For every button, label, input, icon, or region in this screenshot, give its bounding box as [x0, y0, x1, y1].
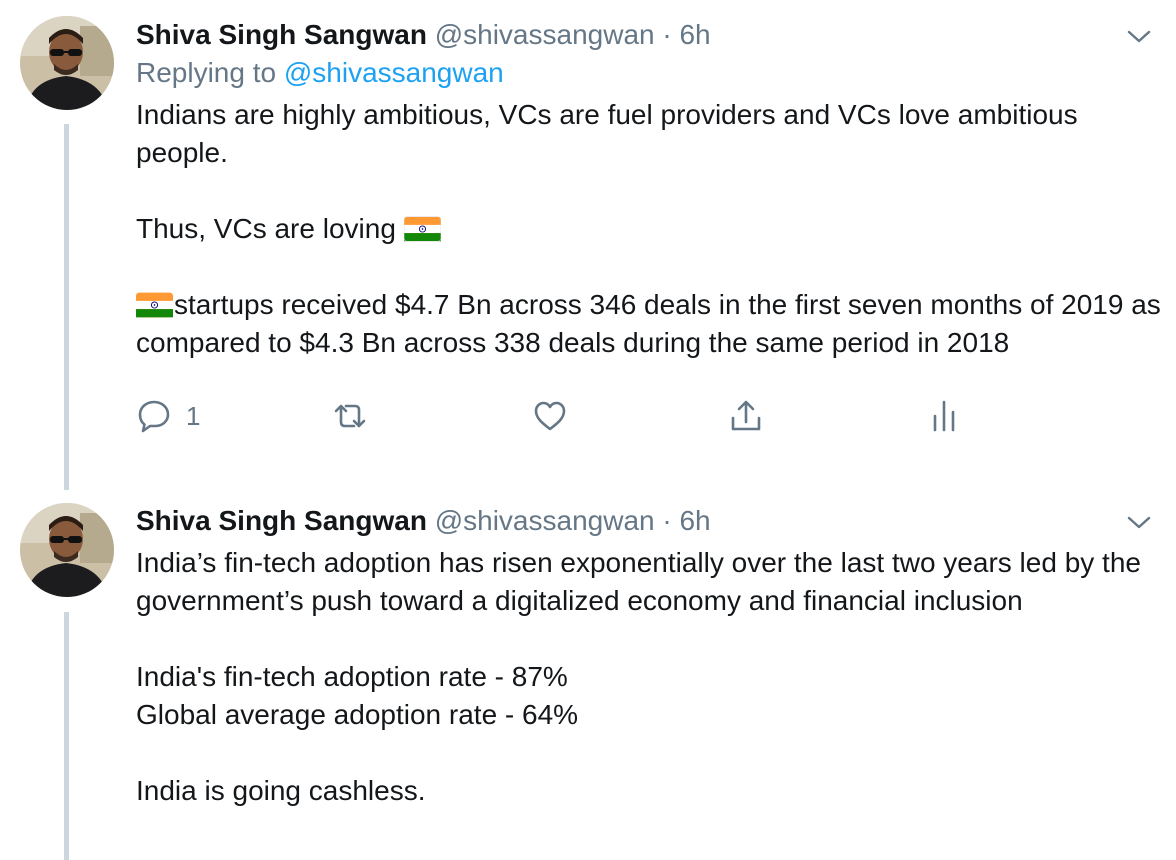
india-flag-icon	[403, 216, 441, 242]
avatar[interactable]	[20, 16, 114, 110]
separator: ·	[662, 505, 672, 536]
tweet-text: India’s fin-tech adoption has risen expo…	[136, 544, 1166, 810]
replying-to: Replying to @shivassangwan	[136, 54, 1166, 92]
replying-to-link[interactable]: @shivassangwan	[284, 57, 504, 88]
tweet-actions: 1	[136, 396, 1166, 446]
author-handle[interactable]: @shivassangwan	[435, 505, 655, 536]
avatar[interactable]	[20, 503, 114, 597]
avatar-photo	[20, 503, 114, 597]
tweet-text-line: Thus, VCs are loving	[136, 213, 396, 244]
author-name[interactable]: Shiva Singh Sangwan	[136, 19, 427, 50]
tweet[interactable]: Shiva Singh Sangwan @shivassangwan · 6h …	[136, 16, 1166, 446]
tweet-paragraph: India is going cashless.	[136, 775, 426, 806]
like-button[interactable]	[532, 396, 568, 436]
tweet-paragraph: India’s fin-tech adoption has risen expo…	[136, 547, 1141, 616]
analytics-button[interactable]	[926, 396, 962, 436]
timestamp[interactable]: 6h	[679, 505, 710, 536]
tweet-paragraph: Indians are highly ambitious, VCs are fu…	[136, 99, 1078, 168]
share-icon	[731, 400, 761, 431]
chevron-down-icon[interactable]	[1126, 26, 1152, 46]
share-button[interactable]	[728, 396, 764, 436]
author-handle[interactable]: @shivassangwan	[435, 19, 655, 50]
india-flag-icon	[136, 292, 173, 318]
chevron-down-icon[interactable]	[1126, 512, 1152, 532]
tweet-header: Shiva Singh Sangwan @shivassangwan · 6h	[136, 16, 1166, 54]
reply-button[interactable]: 1	[136, 396, 200, 436]
tweet-text-line: India's fin-tech adoption rate - 87%	[136, 661, 568, 692]
retweet-icon	[334, 404, 366, 428]
timestamp[interactable]: 6h	[679, 19, 710, 50]
like-icon	[534, 401, 566, 431]
replying-to-label: Replying to	[136, 57, 277, 88]
thread-line	[64, 124, 69, 490]
avatar-photo	[20, 16, 114, 110]
reply-count: 1	[186, 400, 201, 431]
tweet-text-line: Global average adoption rate - 64%	[136, 699, 579, 730]
retweet-button[interactable]	[332, 396, 368, 436]
author-name[interactable]: Shiva Singh Sangwan	[136, 505, 427, 536]
tweet[interactable]: Shiva Singh Sangwan @shivassangwan · 6h …	[136, 502, 1166, 810]
analytics-icon	[933, 400, 955, 432]
separator: ·	[662, 19, 672, 50]
tweet-text: Indians are highly ambitious, VCs are fu…	[136, 96, 1166, 362]
tweet-paragraph: Thus, VCs are loving	[136, 210, 1166, 248]
tweet-paragraph: startups received $4.7 Bn across 346 dea…	[136, 286, 1166, 362]
tweet-header: Shiva Singh Sangwan @shivassangwan · 6h	[136, 502, 1166, 540]
thread-line	[64, 612, 69, 860]
tweet-text-line: startups received $4.7 Bn across 346 dea…	[136, 289, 1161, 358]
reply-icon	[138, 400, 170, 433]
